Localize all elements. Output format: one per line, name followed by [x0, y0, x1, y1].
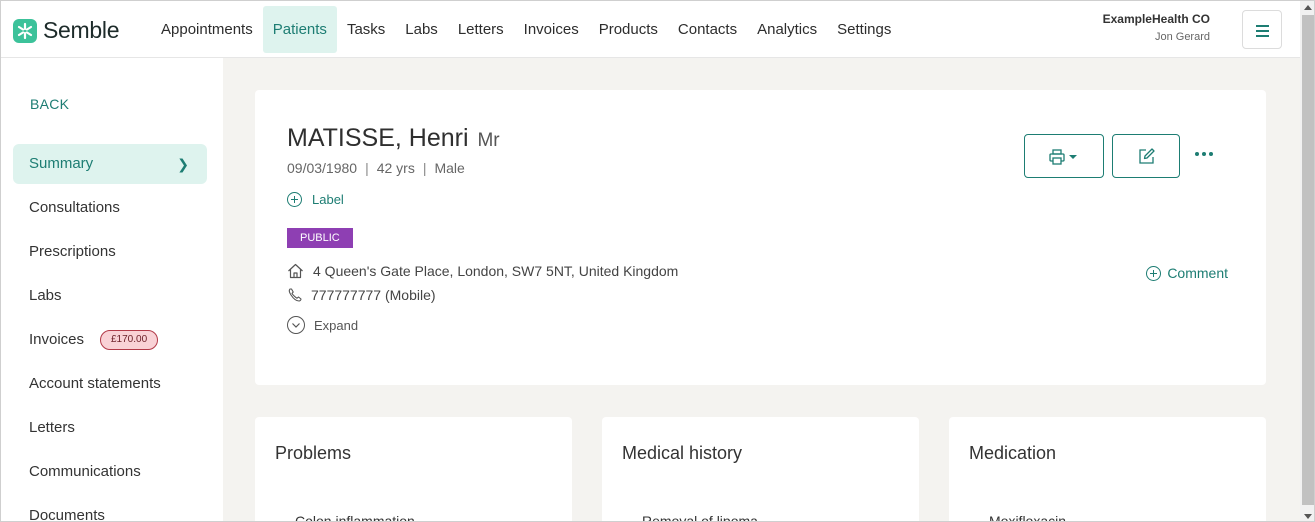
- panel-title: Medication: [969, 443, 1057, 463]
- patient-summary-card: MATISSE, Henri Mr 09/03/1980 | 42 yrs | Male…: [255, 90, 1266, 385]
- sidebar-item-labs[interactable]: Labs: [13, 276, 207, 316]
- back-link[interactable]: BACK: [30, 96, 69, 112]
- chevron-right-icon: ❯: [177, 156, 189, 172]
- invoice-balance-badge: £170.00: [100, 330, 159, 350]
- sidebar-item-label: Consultations: [29, 199, 120, 216]
- visibility-badge: PUBLIC: [287, 228, 353, 248]
- org-name: ExampleHealth CO: [1102, 12, 1210, 26]
- sidebar-item-documents[interactable]: Documents: [13, 496, 207, 522]
- nav-settings[interactable]: Settings: [827, 6, 901, 53]
- brand-logo[interactable]: Semble: [13, 17, 119, 44]
- expand-details-button[interactable]: Expand: [287, 316, 358, 334]
- edit-icon: [1139, 148, 1155, 164]
- panel-title: Problems: [275, 443, 352, 463]
- sidebar-item-label: Account statements: [29, 375, 161, 392]
- patient-fullname: MATISSE, Henri: [287, 124, 469, 152]
- brand-name: Semble: [43, 17, 120, 43]
- nav-letters[interactable]: Letters: [448, 6, 514, 53]
- plus-circle-icon: [287, 192, 302, 207]
- sidebar-item-letters[interactable]: Letters: [13, 408, 207, 448]
- scroll-down-icon[interactable]: [1304, 514, 1312, 519]
- phone-icon: [288, 288, 302, 302]
- nav-products[interactable]: Products: [589, 6, 668, 53]
- top-navbar: Semble Appointments Patients Tasks Labs …: [1, 1, 1300, 58]
- sidebar-item-label: Documents: [29, 507, 105, 522]
- nav-labs[interactable]: Labs: [395, 6, 448, 53]
- sidebar-item-prescriptions[interactable]: Prescriptions: [13, 232, 207, 272]
- chevron-down-circle-icon: [287, 316, 305, 334]
- add-label-text: Label: [312, 192, 344, 207]
- sidebar-item-account-statements[interactable]: Account statements: [13, 364, 207, 404]
- printer-icon: [1049, 149, 1077, 165]
- semble-logo-icon: [13, 18, 37, 43]
- patient-demographics: 09/03/1980 | 42 yrs | Male: [287, 160, 465, 176]
- patient-phone: 777777777 (Mobile): [287, 287, 436, 303]
- patient-name: MATISSE, Henri Mr: [287, 124, 500, 153]
- medical-history-panel: Medical history Removal of lipoma: [602, 417, 919, 521]
- list-item[interactable]: Moxifloxacin: [989, 513, 1066, 521]
- medication-panel: Medication Moxifloxacin: [949, 417, 1266, 521]
- nav-contacts[interactable]: Contacts: [668, 6, 747, 53]
- scrollbar-thumb[interactable]: [1302, 15, 1314, 505]
- patient-gender: Male: [434, 160, 465, 176]
- nav-analytics[interactable]: Analytics: [747, 6, 827, 53]
- comment-text: Comment: [1167, 265, 1228, 281]
- patient-age: 42 yrs: [376, 160, 415, 176]
- panel-title: Medical history: [622, 443, 743, 463]
- org-account[interactable]: ExampleHealth CO Jon Gerard: [1103, 12, 1210, 43]
- sidebar-item-label: Letters: [29, 419, 75, 436]
- home-icon: [288, 263, 303, 279]
- nav-invoices[interactable]: Invoices: [514, 6, 589, 53]
- main-menu-button[interactable]: [1242, 10, 1282, 49]
- more-horizontal-icon[interactable]: [1195, 152, 1216, 156]
- plus-circle-icon: [1146, 265, 1162, 281]
- nav-tasks[interactable]: Tasks: [337, 6, 395, 53]
- patient-sidebar: BACK Summary ❯ Consultations Prescriptio…: [1, 58, 223, 522]
- sidebar-item-label: Labs: [29, 287, 62, 304]
- patient-address: 4 Queen's Gate Place, London, SW7 5NT, U…: [287, 263, 678, 279]
- nav-patients[interactable]: Patients: [262, 6, 337, 53]
- sidebar-item-label: Summary: [29, 155, 94, 172]
- sidebar-item-label: Communications: [29, 463, 141, 480]
- hamburger-icon: [1256, 25, 1269, 27]
- expand-text: Expand: [314, 317, 359, 333]
- problems-panel: Problems Colon inflammation: [255, 417, 572, 521]
- sidebar-item-label: Prescriptions: [29, 243, 116, 260]
- app-frame: Semble Appointments Patients Tasks Labs …: [0, 0, 1315, 522]
- patient-dob: 09/03/1980: [287, 160, 358, 176]
- list-item[interactable]: Colon inflammation: [295, 513, 415, 521]
- main-nav: Appointments Patients Tasks Labs Letters…: [151, 6, 901, 53]
- sidebar-item-communications[interactable]: Communications: [13, 452, 207, 492]
- scroll-up-icon[interactable]: [1304, 5, 1312, 10]
- patient-title: Mr: [477, 130, 500, 151]
- sidebar-item-consultations[interactable]: Consultations: [13, 188, 207, 228]
- add-label-button[interactable]: Label: [287, 192, 344, 207]
- edit-patient-button[interactable]: [1112, 134, 1180, 178]
- sidebar-item-label: Invoices: [29, 331, 85, 348]
- phone-text: 777777777 (Mobile): [311, 287, 436, 303]
- address-text: 4 Queen's Gate Place, London, SW7 5NT, U…: [313, 263, 679, 279]
- list-item[interactable]: Removal of lipoma: [642, 513, 758, 521]
- sidebar-item-summary[interactable]: Summary ❯: [13, 144, 207, 184]
- vertical-scrollbar[interactable]: [1300, 1, 1314, 521]
- user-name: Jon Gerard: [1154, 31, 1210, 43]
- print-dropdown-button[interactable]: [1024, 134, 1104, 178]
- sidebar-item-invoices[interactable]: Invoices £170.00: [13, 320, 207, 360]
- nav-appointments[interactable]: Appointments: [151, 6, 263, 53]
- add-comment-button[interactable]: Comment: [1146, 265, 1228, 281]
